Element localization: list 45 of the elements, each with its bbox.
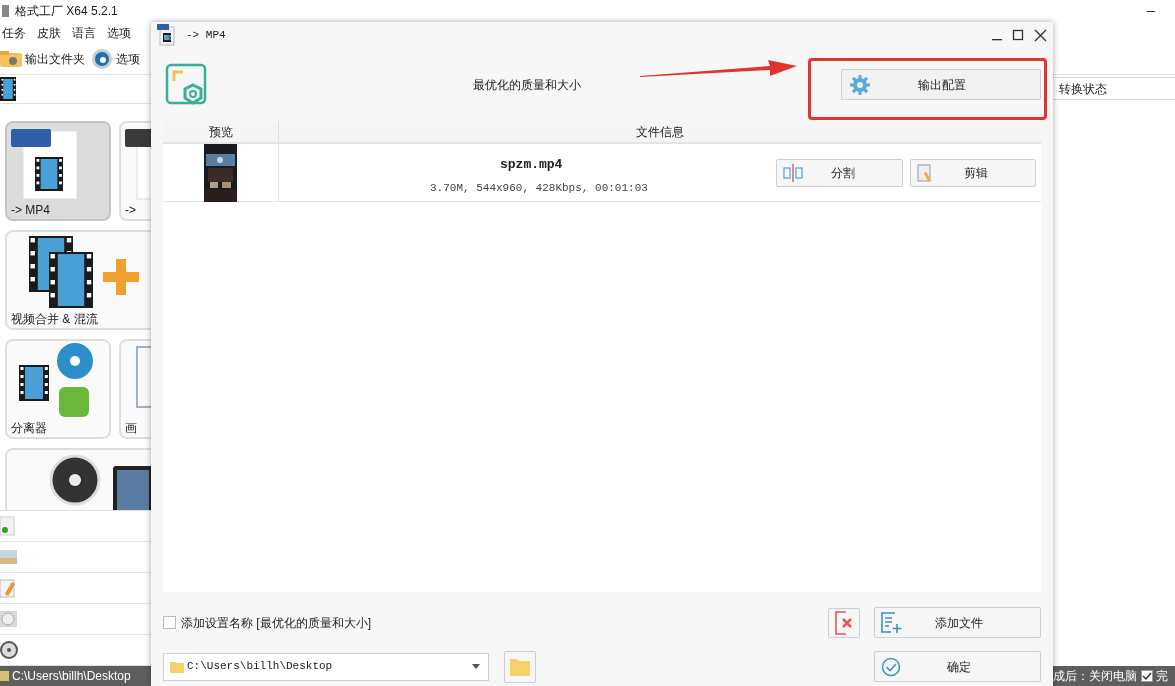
app-icon	[2, 4, 10, 18]
output-path: C:\Users\billh\Desktop	[12, 668, 131, 685]
folder-icon	[510, 657, 530, 676]
menu-item[interactable]: 语言	[72, 24, 96, 42]
dropdown-caret-icon	[472, 664, 480, 669]
ok-button[interactable]: 确定	[874, 651, 1041, 682]
check-circle-icon	[881, 656, 901, 677]
preset-name: 最优化的质量和大小	[473, 76, 581, 94]
split-columns-icon	[783, 164, 803, 182]
toolbar-button[interactable]: 输出文件夹	[0, 46, 85, 72]
dialog-title: -> MP4	[186, 27, 226, 43]
remove-button[interactable]	[828, 607, 860, 638]
maximize-icon	[1012, 29, 1024, 41]
column-header: 预览	[208, 123, 233, 141]
tool-tile[interactable]: -> MP4	[5, 120, 111, 221]
menu-item[interactable]: 皮肤	[37, 24, 61, 42]
close-icon	[1034, 28, 1047, 42]
folder-icon	[0, 48, 22, 70]
toolbar-button[interactable]: 选项	[91, 46, 140, 72]
add-file-icon	[881, 611, 903, 634]
menu-item[interactable]: 选项	[107, 24, 131, 42]
column-header: 转换状态	[1059, 80, 1107, 98]
split-button[interactable]: 分割	[776, 159, 903, 187]
minimize-icon	[992, 38, 1002, 41]
remove-file-icon	[834, 610, 854, 635]
column-header: 文件信息	[636, 123, 684, 141]
music-note-icon	[0, 516, 18, 536]
edit-button[interactable]: 剪辑	[910, 159, 1036, 187]
tool-tile[interactable]: 分离器	[5, 338, 111, 439]
minimize-icon[interactable]	[1147, 10, 1155, 12]
add-name-checkbox[interactable]: 添加设置名称 [最优化的质量和大小]	[163, 613, 371, 632]
landscape-photo-icon	[0, 547, 18, 567]
preset-icon	[165, 62, 209, 107]
menu-item[interactable]: 任务	[2, 24, 26, 42]
folder-icon	[170, 660, 184, 673]
app-title: 格式工厂 X64 5.2.1	[15, 3, 118, 20]
file-info: 3.70M, 544x960, 428Kbps, 00:01:03	[430, 181, 649, 196]
checkbox[interactable]	[1141, 670, 1153, 682]
status-label: 成后：关闭电脑	[1053, 668, 1137, 685]
output-path-dropdown[interactable]: C:\Users\billh\Desktop	[163, 652, 489, 681]
file-name: spzm.mp4	[500, 155, 564, 174]
status-label: 完	[1156, 668, 1168, 685]
add-file-button[interactable]: 添加文件	[874, 607, 1041, 638]
output-settings-button[interactable]: 输出配置	[841, 69, 1041, 100]
disc-icon	[0, 609, 18, 629]
